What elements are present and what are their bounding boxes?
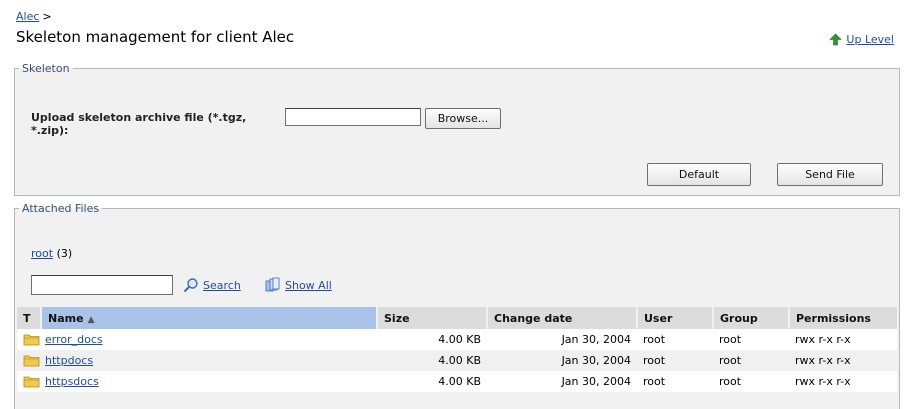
table-header-row: T Name ▲ Size Change date User Group Perm… <box>17 307 897 329</box>
column-header-type[interactable]: T <box>17 307 42 329</box>
column-header-permissions[interactable]: Permissions <box>789 307 897 329</box>
breadcrumb: Alec > <box>16 10 52 23</box>
name-cell: error_docs <box>17 329 377 350</box>
skeleton-fieldset: Skeleton Upload skeleton archive file (*… <box>14 62 900 196</box>
search-link[interactable]: Search <box>183 277 241 293</box>
up-arrow-icon <box>829 33 843 46</box>
file-link-httpsdocs[interactable]: httpsdocs <box>45 375 99 388</box>
folder-icon <box>23 355 40 367</box>
column-header-group[interactable]: Group <box>713 307 790 329</box>
column-header-user[interactable]: User <box>637 307 714 329</box>
column-header-size[interactable]: Size <box>377 307 488 329</box>
breadcrumb-link-alec[interactable]: Alec <box>16 10 39 23</box>
show-all-label: Show All <box>285 278 332 292</box>
search-label: Search <box>203 278 241 292</box>
size-cell: 4.00 KB <box>377 371 487 392</box>
table-row: error_docs 4.00 KB Jan 30, 2004 root roo… <box>17 329 897 350</box>
show-all-icon <box>265 277 280 292</box>
user-cell: root <box>637 371 713 392</box>
browse-button[interactable]: Browse... <box>425 108 501 129</box>
root-directory-link[interactable]: root <box>31 247 53 260</box>
user-cell: root <box>637 329 713 350</box>
upload-archive-label: Upload skeleton archive file (*.tgz, *.z… <box>31 111 247 137</box>
user-cell: root <box>637 350 713 371</box>
send-file-button[interactable]: Send File <box>777 163 883 186</box>
current-directory: root (3) <box>31 247 72 260</box>
folder-icon <box>23 334 40 346</box>
change-date-cell: Jan 30, 2004 <box>487 350 637 371</box>
up-level-link[interactable]: Up Level <box>829 33 894 46</box>
permissions-cell: rwx r-x r-x <box>789 350 897 371</box>
table-row: httpsdocs 4.00 KB Jan 30, 2004 root root… <box>17 371 897 392</box>
show-all-link[interactable]: Show All <box>265 277 332 293</box>
file-link-error-docs[interactable]: error_docs <box>45 333 103 346</box>
upload-file-path-input[interactable] <box>285 108 421 126</box>
group-cell: root <box>713 329 789 350</box>
attached-files-fieldset: Attached Files root (3) Search Show All … <box>14 202 900 409</box>
column-header-name-label: Name <box>48 311 84 325</box>
permissions-cell: rwx r-x r-x <box>789 371 897 392</box>
file-count: (3) <box>56 247 73 260</box>
skeleton-legend: Skeleton <box>22 62 70 75</box>
files-table: T Name ▲ Size Change date User Group Perm… <box>17 307 897 392</box>
change-date-cell: Jan 30, 2004 <box>487 371 637 392</box>
name-cell: httpsdocs <box>17 371 377 392</box>
attached-files-legend: Attached Files <box>22 202 100 215</box>
name-cell: httpdocs <box>17 350 377 371</box>
size-cell: 4.00 KB <box>377 350 487 371</box>
folder-icon <box>23 376 40 388</box>
up-level-label: Up Level <box>846 33 894 46</box>
magnifier-icon <box>183 278 198 293</box>
permissions-cell: rwx r-x r-x <box>789 329 897 350</box>
breadcrumb-separator: > <box>42 10 52 23</box>
table-row: httpdocs 4.00 KB Jan 30, 2004 root root … <box>17 350 897 371</box>
group-cell: root <box>713 371 789 392</box>
size-cell: 4.00 KB <box>377 329 487 350</box>
page-title: Skeleton management for client Alec <box>16 28 295 46</box>
file-link-httpdocs[interactable]: httpdocs <box>45 354 93 367</box>
search-input[interactable] <box>31 275 173 295</box>
column-header-name[interactable]: Name ▲ <box>41 307 378 329</box>
default-button[interactable]: Default <box>647 163 751 186</box>
group-cell: root <box>713 350 789 371</box>
sort-ascending-icon: ▲ <box>87 314 95 325</box>
change-date-cell: Jan 30, 2004 <box>487 329 637 350</box>
column-header-change-date[interactable]: Change date <box>487 307 638 329</box>
